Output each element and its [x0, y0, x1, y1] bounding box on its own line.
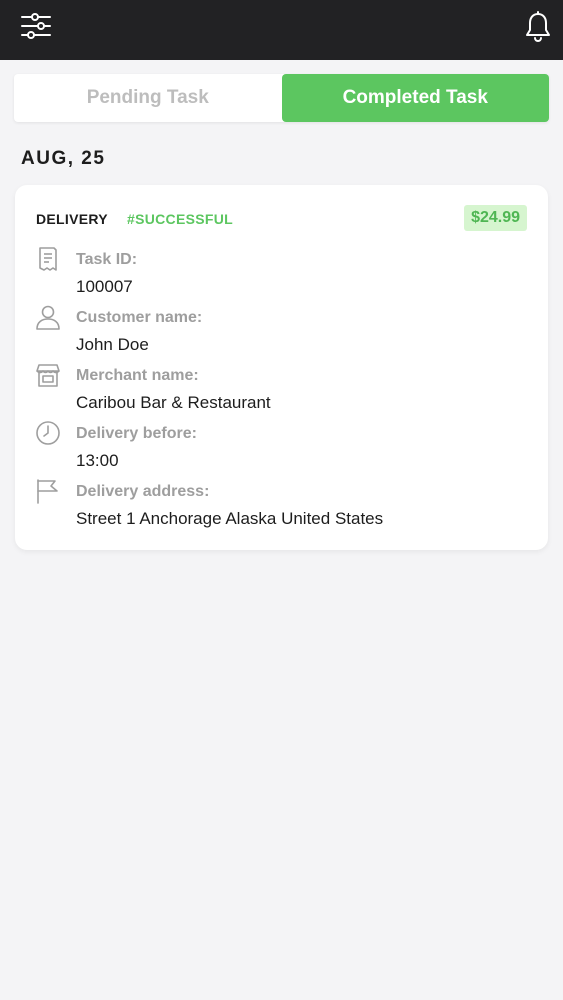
tab-completed-task[interactable]: Completed Task	[281, 74, 549, 122]
delivery-address-row: Delivery address: Street 1 Anchorage Ala…	[35, 478, 535, 530]
delivery-before-row: Delivery before: 13:00	[35, 420, 535, 472]
task-id-row: Task ID: 100007	[35, 246, 535, 298]
merchant-name-row: Merchant name: Caribou Bar & Restaurant	[35, 362, 535, 414]
price-badge: $24.99	[464, 205, 527, 231]
document-icon	[35, 246, 61, 272]
delivery-before-value: 13:00	[76, 451, 119, 470]
task-tabs: Pending Task Completed Task	[14, 74, 549, 122]
merchant-name-value: Caribou Bar & Restaurant	[76, 393, 271, 412]
task-type: DELIVERY	[36, 211, 108, 227]
customer-name-value: John Doe	[76, 335, 149, 354]
flag-icon	[35, 478, 61, 504]
top-bar	[0, 0, 563, 60]
customer-name-label: Customer name:	[76, 309, 203, 326]
user-icon	[35, 304, 61, 330]
customer-name-row: Customer name: John Doe	[35, 304, 535, 356]
task-id-value: 100007	[76, 277, 133, 296]
delivery-address-label: Delivery address:	[76, 483, 210, 500]
clock-icon	[35, 420, 61, 446]
delivery-before-label: Delivery before:	[76, 425, 197, 442]
status-badge: #SUCCESSFUL	[127, 211, 233, 227]
task-id-label: Task ID:	[76, 251, 138, 268]
bell-icon[interactable]	[522, 10, 554, 44]
date-heading: AUG, 25	[21, 148, 106, 169]
tab-pending-task[interactable]: Pending Task	[14, 74, 282, 122]
task-card[interactable]: DELIVERY #SUCCESSFUL $24.99 Task ID: 100…	[15, 185, 548, 550]
sliders-icon[interactable]	[18, 10, 54, 46]
merchant-name-label: Merchant name:	[76, 367, 199, 384]
delivery-address-value: Street 1 Anchorage Alaska United States	[76, 509, 384, 528]
store-icon	[35, 362, 61, 388]
